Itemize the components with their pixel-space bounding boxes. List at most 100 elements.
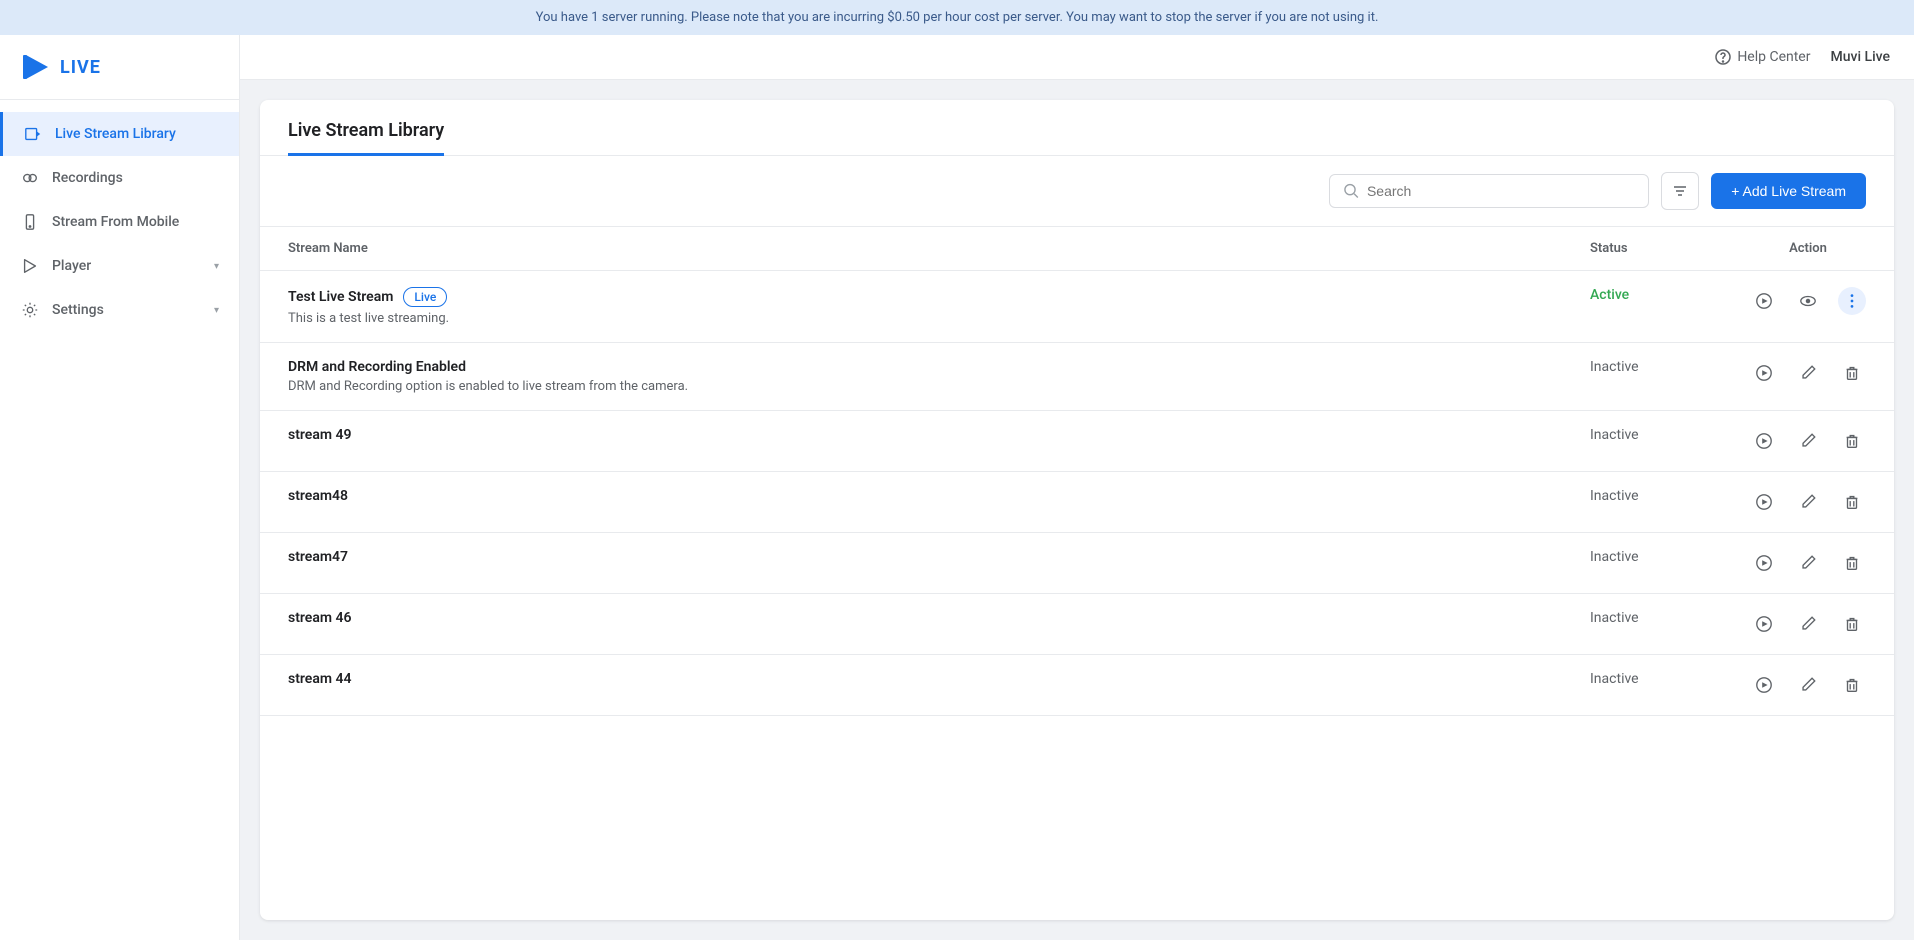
sidebar-label-recordings: Recordings <box>52 170 219 186</box>
logo-icon <box>20 51 52 83</box>
recordings-icon <box>20 168 40 188</box>
table-header-row: Stream Name Status Action <box>260 227 1894 271</box>
player-icon <box>20 256 40 276</box>
stream-action-cell <box>1722 533 1894 594</box>
play-icon <box>1755 292 1773 310</box>
player-chevron-icon: ▾ <box>214 261 219 272</box>
play-button[interactable] <box>1750 427 1778 455</box>
sidebar-label-player: Player <box>52 258 202 274</box>
play-button[interactable] <box>1750 359 1778 387</box>
delete-button[interactable] <box>1838 549 1866 577</box>
play-button[interactable] <box>1750 549 1778 577</box>
user-label: Muvi Live <box>1830 49 1890 65</box>
eye-icon <box>1799 292 1817 310</box>
stream-status-cell: Inactive <box>1562 411 1722 472</box>
preview-button[interactable] <box>1794 287 1822 315</box>
sidebar-item-player[interactable]: Player ▾ <box>0 244 239 288</box>
search-box[interactable] <box>1329 174 1649 208</box>
table-row: DRM and Recording Enabled DRM and Recordi… <box>260 343 1894 411</box>
top-bar: Help Center Muvi Live <box>240 35 1914 80</box>
help-icon <box>1715 49 1731 65</box>
stream-status-cell: Inactive <box>1562 533 1722 594</box>
edit-button[interactable] <box>1794 549 1822 577</box>
filter-icon <box>1672 183 1688 199</box>
play-icon <box>1755 493 1773 511</box>
stream-name: stream 49 <box>288 427 1534 443</box>
play-icon <box>1755 615 1773 633</box>
user-menu[interactable]: Muvi Live <box>1830 49 1890 65</box>
server-banner: You have 1 server running. Please note t… <box>0 0 1914 35</box>
sidebar-item-stream-from-mobile[interactable]: Stream From Mobile <box>0 200 239 244</box>
action-icons <box>1750 488 1866 516</box>
play-icon <box>1755 432 1773 450</box>
panel-title: Live Stream Library <box>288 120 444 156</box>
delete-button[interactable] <box>1838 359 1866 387</box>
edit-icon <box>1799 554 1817 572</box>
delete-icon <box>1843 615 1861 633</box>
action-icons <box>1750 610 1866 638</box>
action-icons <box>1750 359 1866 387</box>
sidebar-item-live-stream-library[interactable]: Live Stream Library <box>0 112 239 156</box>
edit-icon <box>1799 493 1817 511</box>
play-button[interactable] <box>1750 287 1778 315</box>
edit-icon <box>1799 676 1817 694</box>
delete-button[interactable] <box>1838 671 1866 699</box>
mobile-icon <box>20 212 40 232</box>
stream-name: stream47 <box>288 549 1534 565</box>
settings-icon <box>20 300 40 320</box>
logo-text: LIVE <box>60 57 101 78</box>
play-button[interactable] <box>1750 671 1778 699</box>
stream-name-cell: DRM and Recording Enabled DRM and Recordi… <box>260 343 1562 411</box>
edit-button[interactable] <box>1794 359 1822 387</box>
stream-name: Test Live StreamLive <box>288 287 1534 307</box>
filter-button[interactable] <box>1661 172 1699 210</box>
stream-name: DRM and Recording Enabled <box>288 359 1534 375</box>
streams-table-container: Stream Name Status Action Test Live Stre… <box>260 227 1894 920</box>
main-content: Help Center Muvi Live Live Stream Librar… <box>240 35 1914 940</box>
play-button[interactable] <box>1750 488 1778 516</box>
edit-icon <box>1799 615 1817 633</box>
edit-button[interactable] <box>1794 427 1822 455</box>
delete-button[interactable] <box>1838 427 1866 455</box>
sidebar-item-settings[interactable]: Settings ▾ <box>0 288 239 332</box>
help-center-button[interactable]: Help Center <box>1715 49 1810 65</box>
settings-chevron-icon: ▾ <box>214 305 219 316</box>
sidebar-item-recordings[interactable]: Recordings <box>0 156 239 200</box>
delete-icon <box>1843 676 1861 694</box>
more-options-button[interactable] <box>1838 287 1866 315</box>
edit-button[interactable] <box>1794 610 1822 638</box>
play-icon <box>1755 554 1773 572</box>
stream-status-cell: Inactive <box>1562 472 1722 533</box>
main-panel: Live Stream Library <box>260 100 1894 920</box>
search-input[interactable] <box>1367 183 1634 199</box>
more-icon <box>1843 292 1861 310</box>
delete-button[interactable] <box>1838 610 1866 638</box>
add-live-stream-label: + Add Live Stream <box>1731 183 1846 199</box>
stream-action-cell <box>1722 472 1894 533</box>
delete-icon <box>1843 493 1861 511</box>
table-row: stream48 Inactive <box>260 472 1894 533</box>
stream-action-cell <box>1722 411 1894 472</box>
add-live-stream-button[interactable]: + Add Live Stream <box>1711 173 1866 209</box>
col-header-status: Status <box>1562 227 1722 271</box>
stream-description: DRM and Recording option is enabled to l… <box>288 379 1534 394</box>
edit-button[interactable] <box>1794 671 1822 699</box>
stream-name: stream48 <box>288 488 1534 504</box>
stream-name-cell: stream48 <box>260 472 1562 533</box>
search-icon <box>1344 183 1359 199</box>
edit-icon <box>1799 432 1817 450</box>
status-badge: Inactive <box>1590 610 1639 626</box>
table-row: stream 46Inactive <box>260 594 1894 655</box>
play-button[interactable] <box>1750 610 1778 638</box>
help-center-label: Help Center <box>1737 49 1810 65</box>
stream-name-cell: Test Live StreamLiveThis is a test live … <box>260 271 1562 343</box>
stream-name-cell: stream 49 <box>260 411 1562 472</box>
sidebar-label-settings: Settings <box>52 302 202 318</box>
logo: LIVE <box>0 35 239 100</box>
banner-text: You have 1 server running. Please note t… <box>536 10 1379 25</box>
sidebar-nav: Live Stream Library Recordings <box>0 100 239 940</box>
stream-name-cell: stream 44 <box>260 655 1562 716</box>
edit-button[interactable] <box>1794 488 1822 516</box>
delete-button[interactable] <box>1838 488 1866 516</box>
stream-action-cell <box>1722 343 1894 411</box>
